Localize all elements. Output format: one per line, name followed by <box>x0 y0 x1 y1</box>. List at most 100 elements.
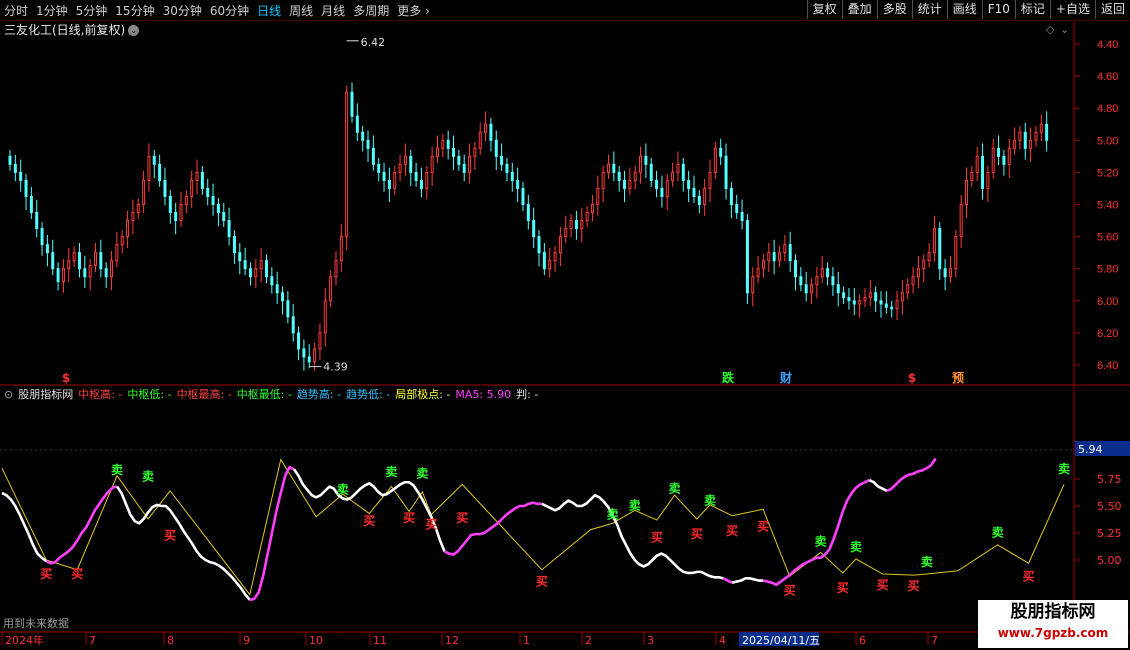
candle-body <box>585 212 589 222</box>
brand-watermark: 股朋指标网 www.7gpzb.com <box>978 600 1128 648</box>
candle-body <box>623 179 627 189</box>
candle-body <box>729 187 733 205</box>
indicator-name: 股朋指标网 <box>18 388 74 401</box>
candle-body <box>29 195 33 214</box>
candle-body <box>313 348 317 363</box>
candle-body <box>916 268 920 278</box>
event-marker-3[interactable]: $ <box>908 371 916 385</box>
candle-body <box>574 220 578 230</box>
candle-body <box>879 300 883 305</box>
candle-body <box>232 236 236 254</box>
candle-body <box>954 236 958 270</box>
high-price-label: 6.42 <box>361 36 386 49</box>
indicator-item-8: 判: - <box>516 388 539 401</box>
brand-url: www.7gpzb.com <box>997 626 1109 640</box>
indicator-tick-label: 5.50 <box>1097 500 1122 513</box>
candle-body <box>147 155 151 181</box>
candle-body <box>745 220 749 294</box>
candle-body <box>473 147 477 157</box>
candle-body <box>868 292 872 299</box>
candle-body <box>264 260 268 278</box>
date-tick-label: 6 <box>859 634 866 647</box>
candle-body <box>393 171 397 189</box>
candle-body <box>751 276 755 294</box>
candle-body <box>537 236 541 254</box>
candle-body <box>526 204 530 222</box>
candle-body <box>216 204 220 214</box>
candle-body <box>858 300 862 305</box>
date-tick-label: 1 <box>523 634 530 647</box>
candle-body <box>339 236 343 262</box>
event-marker-1[interactable]: 跌 <box>722 370 735 385</box>
candle-body <box>243 260 247 270</box>
date-tick-label: 10 <box>309 634 323 647</box>
candle-body <box>40 228 44 246</box>
candle-body <box>489 123 493 141</box>
ma5-segment-7 <box>722 577 733 584</box>
candle-body <box>468 155 472 173</box>
sell-signal: 卖 <box>629 498 641 513</box>
candle-body <box>799 276 803 286</box>
indicator-item-3: 中枢最低: - <box>236 388 292 401</box>
price-tick-label: 5.20 <box>1097 167 1118 179</box>
date-tick-label: 11 <box>373 634 387 647</box>
candle-body <box>334 260 338 278</box>
candle-body <box>200 171 204 189</box>
candle-body <box>13 163 17 173</box>
event-marker-2[interactable]: 财 <box>779 370 792 385</box>
candle-body <box>943 268 947 278</box>
buy-signal: 买 <box>164 528 176 542</box>
candle-body <box>45 244 49 254</box>
candle-body <box>874 292 878 302</box>
candle-body <box>510 171 514 181</box>
candle-body <box>35 212 39 230</box>
sell-signal: 卖 <box>607 506 619 521</box>
candle-body <box>884 303 888 308</box>
candle-body <box>649 163 653 181</box>
indicator-header: ⊙ 股朋指标网 中枢高: - 中枢低: - 中枢最高: - 中枢最低: - 趋势高: - 趋势… <box>4 386 543 402</box>
buy-signal: 买 <box>784 583 796 597</box>
candle-body <box>350 91 354 117</box>
candle-body <box>195 171 199 181</box>
cursor-date-label[interactable]: 2025/04/11/五 <box>742 634 820 647</box>
candle-body <box>1039 123 1043 133</box>
candle-body <box>77 252 81 270</box>
indicator-item-6: 局部极点: - <box>395 388 451 401</box>
candle-body <box>842 292 846 299</box>
candle-body <box>975 155 979 173</box>
candle-body <box>671 171 675 181</box>
diamond-icon[interactable]: ◇ <box>1046 23 1055 36</box>
candle-body <box>88 264 92 278</box>
candle-body <box>911 276 915 286</box>
indicator-collapse-icon[interactable]: ⊙ <box>4 388 13 401</box>
candle-body <box>959 204 963 238</box>
candle-body <box>99 252 103 270</box>
candle-body <box>142 179 146 206</box>
future-data-note: 用到未来数据 <box>3 617 69 630</box>
event-marker-4[interactable]: 预 <box>952 371 964 385</box>
chevron-down-icon[interactable]: ⌄ <box>1060 23 1069 36</box>
candle-body <box>735 204 739 214</box>
chart-canvas[interactable]: 6.40 6.20 6.00 5.80 5.60 5.40 5.20 5.00 4.80 4.60… <box>0 0 1130 650</box>
candle-body <box>665 179 669 197</box>
date-tick-label: 7 <box>931 634 938 647</box>
candle-body <box>965 179 969 206</box>
candle-body <box>238 252 242 262</box>
date-tick-label: 2 <box>585 634 592 647</box>
candle-body <box>628 179 632 189</box>
candle-body <box>922 260 926 270</box>
buy-signal: 买 <box>726 524 738 538</box>
current-value-label: 5.94 <box>1078 443 1103 456</box>
candle-body <box>521 187 525 205</box>
candle-body <box>419 179 423 189</box>
date-tick-label: 8 <box>167 634 174 647</box>
candle-body <box>184 195 188 206</box>
candle-body <box>211 195 215 206</box>
candle-body <box>772 252 776 262</box>
candle-body <box>948 268 952 278</box>
candle-body <box>484 123 488 133</box>
candle-body <box>163 179 167 197</box>
buy-signal: 买 <box>425 517 437 531</box>
event-marker-0[interactable]: $ <box>62 371 70 385</box>
candle-body <box>1013 139 1017 149</box>
